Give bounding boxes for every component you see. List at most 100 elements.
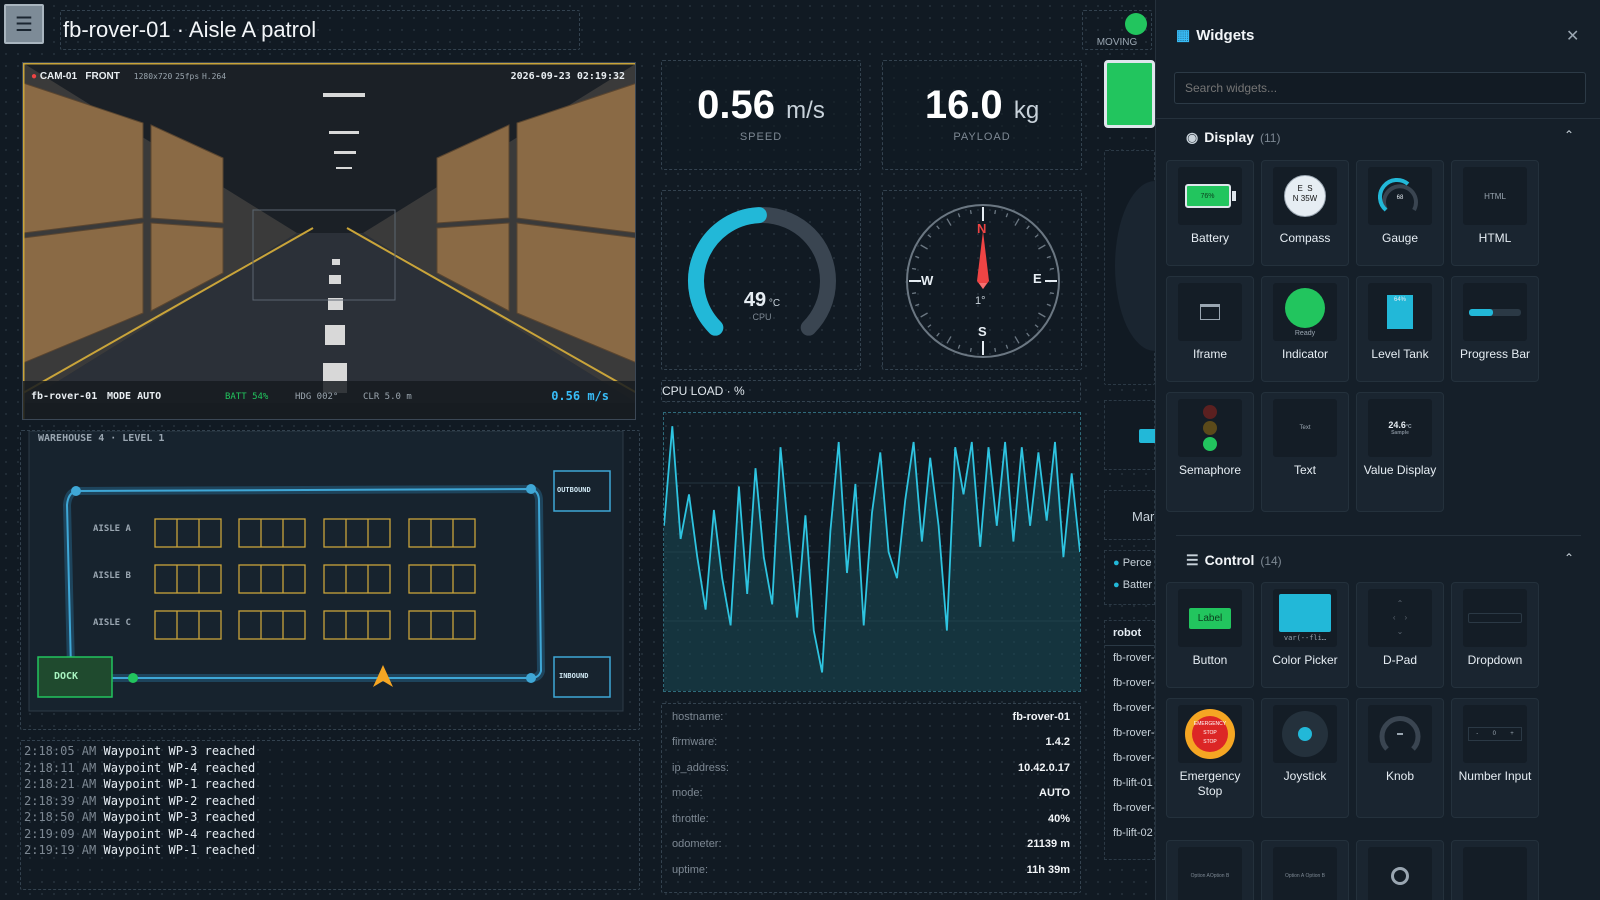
robot-row[interactable]: fb-rover-(	[1105, 696, 1154, 721]
widget-preview	[1273, 705, 1337, 763]
slider-widget[interactable]	[1104, 400, 1157, 470]
legend-dot-icon: ●	[1113, 579, 1120, 591]
widget-preview: var(--fli…	[1273, 589, 1337, 647]
widget-tile-dropdown[interactable]: Dropdown	[1451, 582, 1539, 688]
robot-info: hostname: fb-rover-01 firmware: 1.4.2 ip_add…	[661, 703, 1081, 893]
log-entry: 2:18:39 AM Waypoint WP-2 reached	[24, 793, 256, 808]
map-title: WAREHOUSE 4 · LEVEL 1	[38, 433, 165, 444]
widget-preview	[1463, 283, 1527, 341]
log-entry: 2:18:21 AM Waypoint WP-1 reached	[24, 777, 256, 791]
widget-tile-semaphore[interactable]: Semaphore	[1166, 392, 1254, 512]
legend-dot-icon: ●	[1113, 557, 1120, 569]
widget-preview: HTML	[1463, 167, 1527, 225]
collapse-display-icon[interactable]: ⌃	[1564, 128, 1574, 142]
camera-feed: ● CAM-01 FRONT 1280x720 25fps H.264 2026…	[22, 62, 636, 420]
rec-dot-icon: ●	[31, 71, 38, 82]
widget-tile[interactable]: Option A Option B	[1166, 840, 1254, 900]
aisle-label: AISLE B	[93, 571, 131, 581]
corridor-view	[23, 63, 635, 419]
widget-tile-button[interactable]: Label Button	[1166, 582, 1254, 688]
mar-label: Mar	[1104, 490, 1155, 540]
widget-preview: ⌃ ‹ › ⌄	[1368, 589, 1432, 647]
widget-tile-d-pad[interactable]: ⌃ ‹ › ⌄ D-Pad	[1356, 582, 1444, 688]
widget-preview: 68	[1368, 167, 1432, 225]
info-row: uptime: 11h 39m	[672, 863, 1070, 876]
inbound-zone: INBOUND	[559, 672, 589, 680]
widget-preview: 64%	[1368, 283, 1432, 341]
widget-preview	[1463, 589, 1527, 647]
info-row: firmware: 1.4.2	[672, 736, 1070, 749]
widget-preview: 76%	[1178, 167, 1242, 225]
widget-tile[interactable]	[1356, 840, 1444, 900]
robot-row[interactable]: fb-lift-02	[1105, 821, 1154, 846]
widget-tile-text[interactable]: Text Text	[1261, 392, 1349, 512]
widget-tile-color-picker[interactable]: var(--fli… Color Picker	[1261, 582, 1349, 688]
robot-row[interactable]: fb-lift-01	[1105, 771, 1154, 796]
robot-row[interactable]: fb-rover-(	[1105, 721, 1154, 746]
dock-zone: DOCK	[54, 671, 79, 682]
robot-row[interactable]: fb-rover-(	[1105, 671, 1154, 696]
widget-preview: 24.6°C Sample	[1368, 399, 1432, 457]
speed-widget: 0.56 m/s SPEED	[661, 60, 861, 170]
info-row: hostname: fb-rover-01	[672, 710, 1070, 723]
status-dot-icon	[1125, 13, 1147, 35]
widget-preview: Ready	[1273, 283, 1337, 341]
joystick-widget[interactable]	[1104, 150, 1195, 385]
status-indicator: MOVING	[1082, 10, 1152, 50]
widget-preview: -0 +	[1463, 705, 1527, 763]
collapse-control-icon[interactable]: ⌃	[1564, 551, 1574, 565]
widget-tile-joystick[interactable]: Joystick	[1261, 698, 1349, 818]
widget-tile-level-tank[interactable]: 64% Level Tank	[1356, 276, 1444, 382]
widget-tile-iframe[interactable]: Iframe	[1166, 276, 1254, 382]
log-entry: 2:19:19 AM Waypoint WP-1 reached	[24, 843, 256, 857]
menu-button[interactable]: ☰	[4, 4, 44, 44]
robot-row[interactable]: fb-rover-(	[1105, 746, 1154, 771]
widget-tile-battery[interactable]: 76% Battery	[1166, 160, 1254, 266]
widget-tile[interactable]	[1451, 840, 1539, 900]
info-row: throttle: 40%	[672, 812, 1070, 825]
widget-tile-knob[interactable]: Knob	[1356, 698, 1444, 818]
widget-preview: E S N 35W	[1273, 167, 1337, 225]
widget-tile[interactable]: Option A Option B	[1261, 840, 1349, 900]
widget-tile-emergency-stop[interactable]: EMERGENCY STOP STOP Emergency Stop	[1166, 698, 1254, 818]
go-button[interactable]	[1104, 60, 1155, 128]
widget-tile-value-display[interactable]: 24.6°C Sample Value Display	[1356, 392, 1444, 512]
widget-tile-html[interactable]: HTML HTML	[1451, 160, 1539, 266]
page-title[interactable]: fb-rover-01 · Aisle A patrol	[60, 10, 580, 50]
widget-preview: EMERGENCY STOP STOP	[1178, 705, 1242, 763]
chart-legend: ● Perce ● Batter	[1104, 550, 1155, 605]
widget-preview: Label	[1178, 589, 1242, 647]
close-icon[interactable]: ✕	[1566, 26, 1579, 46]
payload-widget: 16.0 kg PAYLOAD	[882, 60, 1082, 170]
robot-row[interactable]: fb-rover-(	[1105, 646, 1154, 671]
sliders-icon: ☰	[1186, 552, 1199, 568]
widget-preview	[1178, 399, 1242, 457]
hamburger-icon: ☰	[15, 13, 33, 36]
log-entry: 2:19:09 AM Waypoint WP-4 reached	[24, 826, 256, 841]
widget-tile-gauge[interactable]: 68 Gauge	[1356, 160, 1444, 266]
info-row: ip_address: 10.42.0.17	[672, 761, 1070, 774]
warehouse-map: WAREHOUSE 4 · LEVEL 1 AISLE A AISLE B AI…	[20, 430, 640, 730]
log-entry: 2:18:50 AM Waypoint WP-3 reached	[24, 810, 256, 824]
widgets-icon: ▦	[1176, 27, 1191, 44]
widget-tile-compass[interactable]: E S N 35W Compass	[1261, 160, 1349, 266]
widget-tile-number-input[interactable]: -0 + Number Input	[1451, 698, 1539, 818]
robot-table: robot fb-rover-(fb-rover-(fb-rover-(fb-r…	[1104, 620, 1155, 860]
compass-widget: N W E S 1°	[882, 190, 1082, 370]
cpu-load-chart	[663, 412, 1081, 692]
widget-tile-indicator[interactable]: Ready Indicator	[1261, 276, 1349, 382]
robot-row[interactable]: fb-rover-(	[1105, 796, 1154, 821]
aisle-label: AISLE C	[93, 618, 131, 628]
log-entry: 2:18:11 AM Waypoint WP-4 reached	[24, 760, 256, 775]
info-row: odometer: 21139 m	[672, 838, 1070, 851]
outbound-zone: OUTBOUND	[557, 486, 591, 494]
widget-tile-progress-bar[interactable]: Progress Bar	[1451, 276, 1539, 382]
widget-preview	[1368, 705, 1432, 763]
widget-preview: Text	[1273, 399, 1337, 457]
info-row: mode: AUTO	[672, 787, 1070, 800]
event-log: 2:18:05 AM Waypoint WP-3 reached 2:18:11 …	[20, 740, 640, 890]
camera-timestamp: 2026-09-23 02:19:32	[510, 71, 625, 82]
widget-search-input[interactable]	[1174, 72, 1586, 104]
log-entry: 2:18:05 AM Waypoint WP-3 reached	[24, 744, 256, 758]
cpu-gauge: 49 °C CPU	[661, 190, 861, 370]
